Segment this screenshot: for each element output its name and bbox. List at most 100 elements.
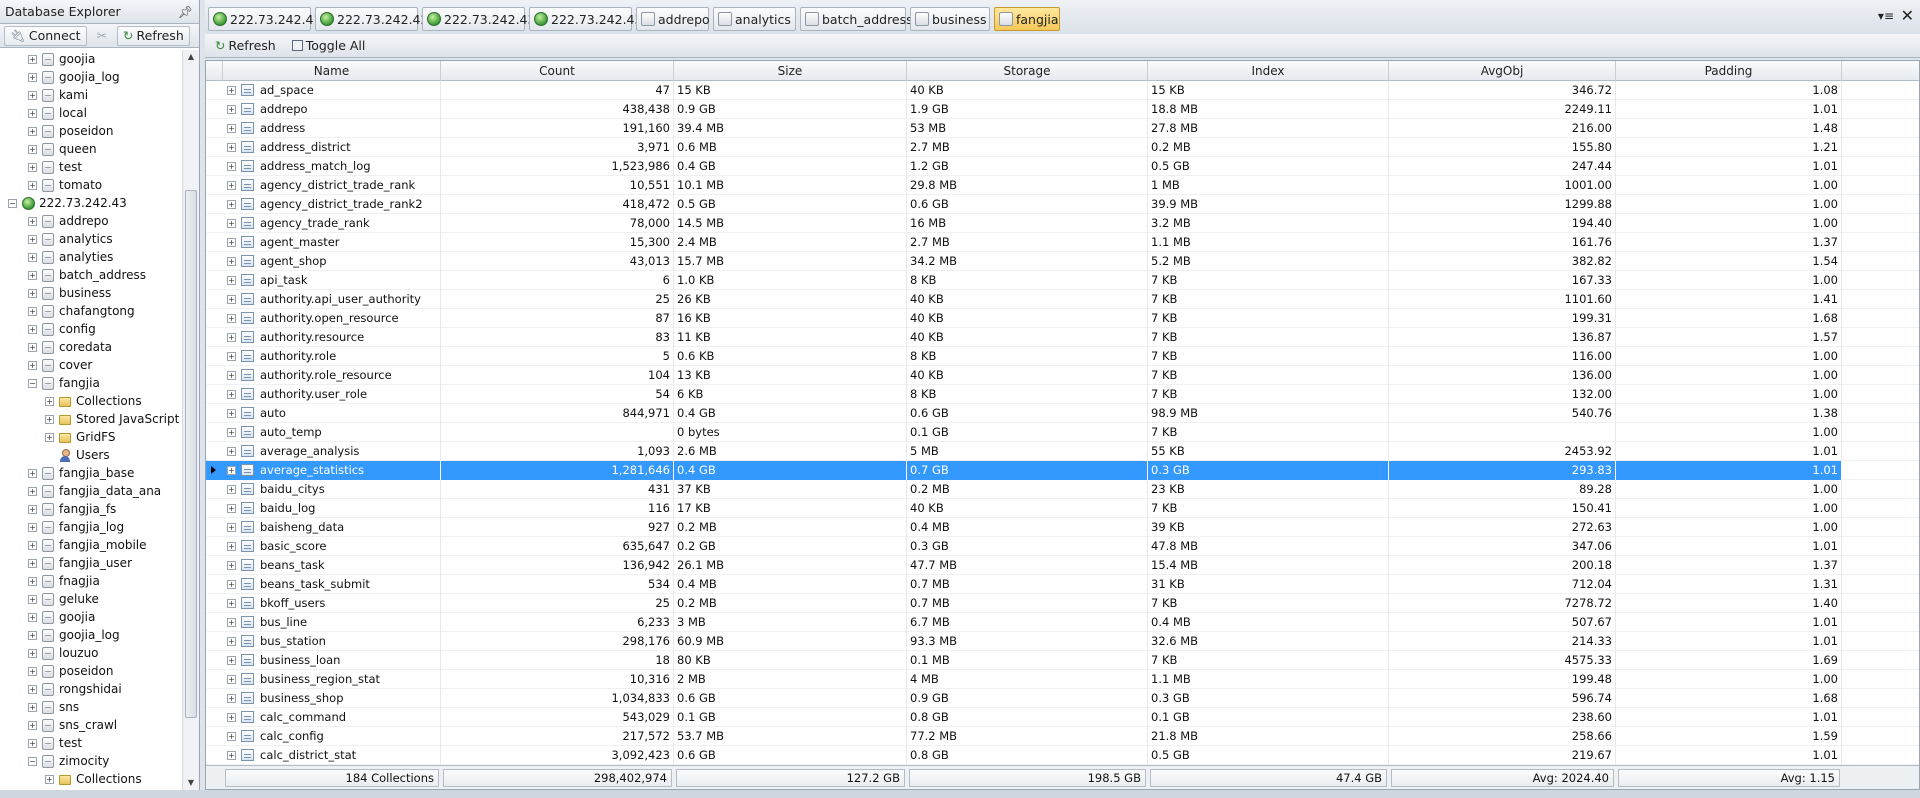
cell-avgobj[interactable]: 155.80 bbox=[1389, 138, 1616, 157]
cell-count[interactable]: 78,000 bbox=[441, 214, 674, 233]
expand-icon[interactable]: + bbox=[28, 577, 37, 586]
cell-avgobj[interactable]: 7278.72 bbox=[1389, 594, 1616, 613]
cell-count[interactable]: 191,160 bbox=[441, 119, 674, 138]
cell-name[interactable]: + calc_district_stat bbox=[223, 746, 441, 765]
table-row[interactable]: + address 191,160 39.4 MB 53 MB 27.8 MB 216.00… bbox=[206, 119, 1919, 138]
collapse-icon[interactable]: − bbox=[28, 757, 37, 766]
table-row[interactable]: + beans_task_submit 534 0.4 MB 0.7 MB 31 KB 71… bbox=[206, 575, 1919, 594]
cell-count[interactable]: 844,971 bbox=[441, 404, 674, 423]
cell-avgobj[interactable]: 272.63 bbox=[1389, 518, 1616, 537]
cell-size[interactable]: 0.4 GB bbox=[674, 404, 907, 423]
table-row[interactable]: + agent_shop 43,013 15.7 MB 34.2 MB 5.2 MB 382… bbox=[206, 252, 1919, 271]
tree-item[interactable]: + goojia bbox=[0, 50, 182, 68]
cell-name[interactable]: + address bbox=[223, 119, 441, 138]
cell-index[interactable]: 7 KB bbox=[1148, 651, 1389, 670]
table-row[interactable]: + agency_trade_rank 78,000 14.5 MB 16 MB 3.2 … bbox=[206, 214, 1919, 233]
cell-size[interactable]: 0.4 MB bbox=[674, 575, 907, 594]
cell-index[interactable]: 0.5 GB bbox=[1148, 157, 1389, 176]
cell-padding[interactable]: 1.00 bbox=[1616, 195, 1842, 214]
expand-icon[interactable]: + bbox=[28, 667, 37, 676]
cell-index[interactable]: 1 MB bbox=[1148, 176, 1389, 195]
tab-analytics[interactable]: analytics bbox=[713, 7, 796, 31]
cell-name[interactable]: + ad_space bbox=[223, 81, 441, 100]
cell-name[interactable]: + address_district bbox=[223, 138, 441, 157]
tree-item[interactable]: + rongshidai bbox=[0, 680, 182, 698]
table-row[interactable]: + agency_district_trade_rank2 418,472 0.5 G… bbox=[206, 195, 1919, 214]
cell-index[interactable]: 39.9 MB bbox=[1148, 195, 1389, 214]
table-row[interactable]: + business_shop 1,034,833 0.6 GB 0.9 GB 0.3 G… bbox=[206, 689, 1919, 708]
cell-index[interactable]: 47.8 MB bbox=[1148, 537, 1389, 556]
cell-name[interactable]: + authority.user_role bbox=[223, 385, 441, 404]
expand-icon[interactable]: + bbox=[28, 289, 37, 298]
cell-padding[interactable]: 1.37 bbox=[1616, 556, 1842, 575]
expand-icon[interactable]: + bbox=[28, 181, 37, 190]
expand-icon[interactable]: + bbox=[28, 91, 37, 100]
expand-icon[interactable]: + bbox=[28, 361, 37, 370]
tree-item[interactable]: + coredata bbox=[0, 338, 182, 356]
cell-index[interactable]: 7 KB bbox=[1148, 423, 1389, 442]
cell-padding[interactable]: 1.00 bbox=[1616, 670, 1842, 689]
expand-icon[interactable]: + bbox=[227, 162, 236, 171]
table-row[interactable]: + address_district 3,971 0.6 MB 2.7 MB 0.2 MB… bbox=[206, 138, 1919, 157]
cell-name[interactable]: + auto_temp bbox=[223, 423, 441, 442]
cell-size[interactable]: 2.6 MB bbox=[674, 442, 907, 461]
cell-storage[interactable]: 0.4 MB bbox=[907, 518, 1148, 537]
cell-index[interactable]: 7 KB bbox=[1148, 271, 1389, 290]
expand-icon[interactable]: + bbox=[227, 466, 236, 475]
cell-storage[interactable]: 8 KB bbox=[907, 347, 1148, 366]
cell-padding[interactable]: 1.68 bbox=[1616, 309, 1842, 328]
cell-name[interactable]: + bus_station bbox=[223, 632, 441, 651]
table-row[interactable]: + basic_score 635,647 0.2 GB 0.3 GB 47.8 MB 34… bbox=[206, 537, 1919, 556]
tab-222-73-242-43[interactable]: 222.73.242.43 bbox=[422, 7, 535, 31]
cell-index[interactable]: 0.1 GB bbox=[1148, 708, 1389, 727]
cell-storage[interactable]: 0.2 MB bbox=[907, 480, 1148, 499]
cell-size[interactable]: 15 KB bbox=[674, 81, 907, 100]
cell-storage[interactable]: 0.1 GB bbox=[907, 423, 1148, 442]
cell-size[interactable]: 2.4 MB bbox=[674, 233, 907, 252]
table-row[interactable]: + address_match_log 1,523,986 0.4 GB 1.2 GB 0… bbox=[206, 157, 1919, 176]
cell-size[interactable]: 13 KB bbox=[674, 366, 907, 385]
cell-storage[interactable]: 0.3 GB bbox=[907, 537, 1148, 556]
cell-count[interactable]: 431 bbox=[441, 480, 674, 499]
cell-index[interactable]: 21.8 MB bbox=[1148, 727, 1389, 746]
cell-storage[interactable]: 93.3 MB bbox=[907, 632, 1148, 651]
tree-item[interactable]: − 222.73.242.43 bbox=[0, 194, 182, 212]
cell-avgobj[interactable]: 293.83 bbox=[1389, 461, 1616, 480]
expand-icon[interactable]: + bbox=[227, 504, 236, 513]
cell-storage[interactable]: 77.2 MB bbox=[907, 727, 1148, 746]
expand-icon[interactable]: + bbox=[28, 469, 37, 478]
table-row[interactable]: + authority.open_resource 87 16 KB 40 KB 7 KB… bbox=[206, 309, 1919, 328]
cell-name[interactable]: + agency_district_trade_rank bbox=[223, 176, 441, 195]
cell-avgobj[interactable]: 136.00 bbox=[1389, 366, 1616, 385]
cell-storage[interactable]: 2.7 MB bbox=[907, 138, 1148, 157]
cell-padding[interactable]: 1.41 bbox=[1616, 290, 1842, 309]
cell-storage[interactable]: 0.9 GB bbox=[907, 689, 1148, 708]
cell-index[interactable]: 98.9 MB bbox=[1148, 404, 1389, 423]
expand-icon[interactable]: + bbox=[28, 163, 37, 172]
cell-padding[interactable]: 1.00 bbox=[1616, 423, 1842, 442]
cell-count[interactable]: 43,013 bbox=[441, 252, 674, 271]
cell-index[interactable]: 15.4 MB bbox=[1148, 556, 1389, 575]
column-header-padding[interactable]: Padding bbox=[1616, 61, 1842, 81]
expand-icon[interactable]: + bbox=[45, 397, 54, 406]
cell-name[interactable]: + address_match_log bbox=[223, 157, 441, 176]
cell-padding[interactable]: 1.01 bbox=[1616, 100, 1842, 119]
tab-business[interactable]: business bbox=[910, 7, 990, 31]
cell-size[interactable]: 0.2 MB bbox=[674, 518, 907, 537]
cell-padding[interactable]: 1.00 bbox=[1616, 271, 1842, 290]
cell-avgobj[interactable]: 216.00 bbox=[1389, 119, 1616, 138]
expand-icon[interactable]: + bbox=[227, 257, 236, 266]
expand-icon[interactable]: + bbox=[28, 145, 37, 154]
cell-count[interactable]: 534 bbox=[441, 575, 674, 594]
cell-storage[interactable]: 0.1 MB bbox=[907, 651, 1148, 670]
cell-count[interactable]: 6 bbox=[441, 271, 674, 290]
tab-222-73-242-42[interactable]: 222.73.242.42 bbox=[315, 7, 428, 31]
cell-avgobj[interactable]: 219.67 bbox=[1389, 746, 1616, 765]
cell-padding[interactable]: 1.68 bbox=[1616, 689, 1842, 708]
cell-name[interactable]: + agent_shop bbox=[223, 252, 441, 271]
cell-count[interactable]: 927 bbox=[441, 518, 674, 537]
cell-avgobj[interactable]: 199.48 bbox=[1389, 670, 1616, 689]
cell-storage[interactable]: 0.8 GB bbox=[907, 708, 1148, 727]
tree-item[interactable]: + GridFS bbox=[0, 428, 182, 446]
expand-icon[interactable]: + bbox=[227, 352, 236, 361]
